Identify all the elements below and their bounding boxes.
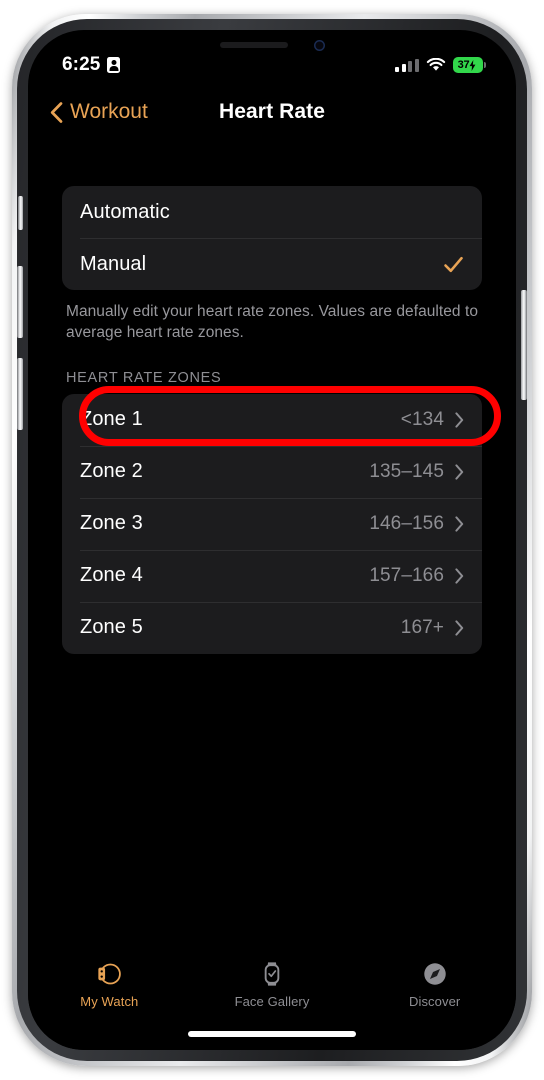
chevron-left-icon bbox=[50, 101, 63, 123]
screenshot-stage: 6:25 37 Workout Heart Rate Automatic Man… bbox=[0, 0, 544, 1080]
zone-row-value: 135–145 bbox=[369, 460, 444, 482]
tab-label: Face Gallery bbox=[234, 994, 310, 1009]
mode-row-automatic[interactable]: Automatic bbox=[62, 186, 482, 238]
mode-row-label: Manual bbox=[80, 252, 147, 275]
zone-row-label: Zone 1 bbox=[80, 408, 143, 431]
earpiece-speaker-icon bbox=[219, 42, 288, 48]
volume-down-button[interactable] bbox=[17, 358, 23, 430]
apple-watch-side-icon bbox=[95, 958, 123, 990]
status-bar-time: 6:25 bbox=[62, 54, 101, 75]
mode-row-manual[interactable]: Manual bbox=[62, 238, 482, 290]
back-button-label: Workout bbox=[70, 100, 148, 123]
zone-row-value: 146–156 bbox=[369, 512, 444, 534]
status-bar-right: 37 bbox=[395, 57, 486, 73]
compass-icon bbox=[421, 958, 449, 990]
chevron-right-icon bbox=[455, 620, 464, 636]
front-camera-icon bbox=[313, 39, 325, 51]
power-side-button[interactable] bbox=[521, 290, 527, 400]
tab-discover[interactable]: Discover bbox=[353, 958, 516, 1009]
mode-row-accessory bbox=[443, 254, 464, 275]
tab-label: My Watch bbox=[80, 994, 139, 1009]
status-bar-left: 6:25 bbox=[62, 54, 121, 76]
zone-row-accessory: 167+ bbox=[401, 617, 464, 639]
cellular-signal-icon bbox=[395, 58, 419, 72]
settings-content: Automatic Manual Manually edit your hear… bbox=[28, 138, 516, 942]
chevron-right-icon bbox=[455, 464, 464, 480]
notch bbox=[179, 30, 365, 60]
zone-row-label: Zone 2 bbox=[80, 460, 143, 483]
chevron-right-icon bbox=[455, 516, 464, 532]
mode-row-label: Automatic bbox=[80, 200, 170, 223]
zone-row-accessory: 146–156 bbox=[369, 513, 464, 535]
checkmark-icon bbox=[444, 256, 463, 272]
chevron-right-icon bbox=[455, 412, 464, 428]
zone-row-accessory: <134 bbox=[401, 409, 464, 431]
chevron-right-icon bbox=[455, 568, 464, 584]
zone-row-label: Zone 4 bbox=[80, 564, 143, 587]
zone-row-4[interactable]: Zone 4 157–166 bbox=[62, 549, 482, 602]
zone-row-value: 167+ bbox=[400, 616, 444, 638]
zone-row-3[interactable]: Zone 3 146–156 bbox=[62, 497, 482, 550]
home-indicator[interactable] bbox=[188, 1031, 356, 1037]
heart-rate-zones-wrapper: Zone 1 <134 Zone 2 135–145 Zone 3 146–15… bbox=[62, 385, 501, 654]
zone-row-label: Zone 3 bbox=[80, 512, 143, 535]
zone-row-5[interactable]: Zone 5 167+ bbox=[62, 601, 482, 654]
tab-face-gallery[interactable]: Face Gallery bbox=[191, 958, 354, 1009]
zone-row-label: Zone 5 bbox=[80, 616, 143, 639]
zone-row-accessory: 135–145 bbox=[369, 461, 464, 483]
zone-row-accessory: 157–166 bbox=[369, 565, 464, 587]
phone-screen: 6:25 37 Workout Heart Rate Automatic Man… bbox=[28, 30, 516, 1050]
wifi-icon bbox=[426, 57, 446, 72]
tab-my-watch[interactable]: My Watch bbox=[28, 958, 191, 1009]
heart-rate-mode-card: Automatic Manual bbox=[62, 186, 482, 290]
navigation-bar: Workout Heart Rate bbox=[28, 86, 516, 138]
back-button[interactable]: Workout bbox=[50, 100, 148, 124]
mute-switch-button[interactable] bbox=[18, 196, 23, 230]
mode-footnote: Manually edit your heart rate zones. Val… bbox=[66, 303, 478, 342]
zone-row-1[interactable]: Zone 1 <134 bbox=[62, 394, 482, 446]
battery-charging-icon: 37 bbox=[452, 57, 486, 73]
heart-rate-zones-card: Zone 1 <134 Zone 2 135–145 Zone 3 146–15… bbox=[62, 393, 482, 654]
watch-face-icon bbox=[258, 958, 286, 990]
zones-section-header: HEART RATE ZONES bbox=[66, 369, 222, 386]
tab-label: Discover bbox=[408, 994, 461, 1009]
volume-up-button[interactable] bbox=[17, 266, 23, 338]
zone-row-value: 157–166 bbox=[369, 564, 444, 586]
person-badge-icon bbox=[107, 57, 121, 73]
zone-row-value: <134 bbox=[400, 408, 444, 430]
battery-percent-label: 37 bbox=[457, 59, 470, 71]
zone-row-2[interactable]: Zone 2 135–145 bbox=[62, 445, 482, 498]
